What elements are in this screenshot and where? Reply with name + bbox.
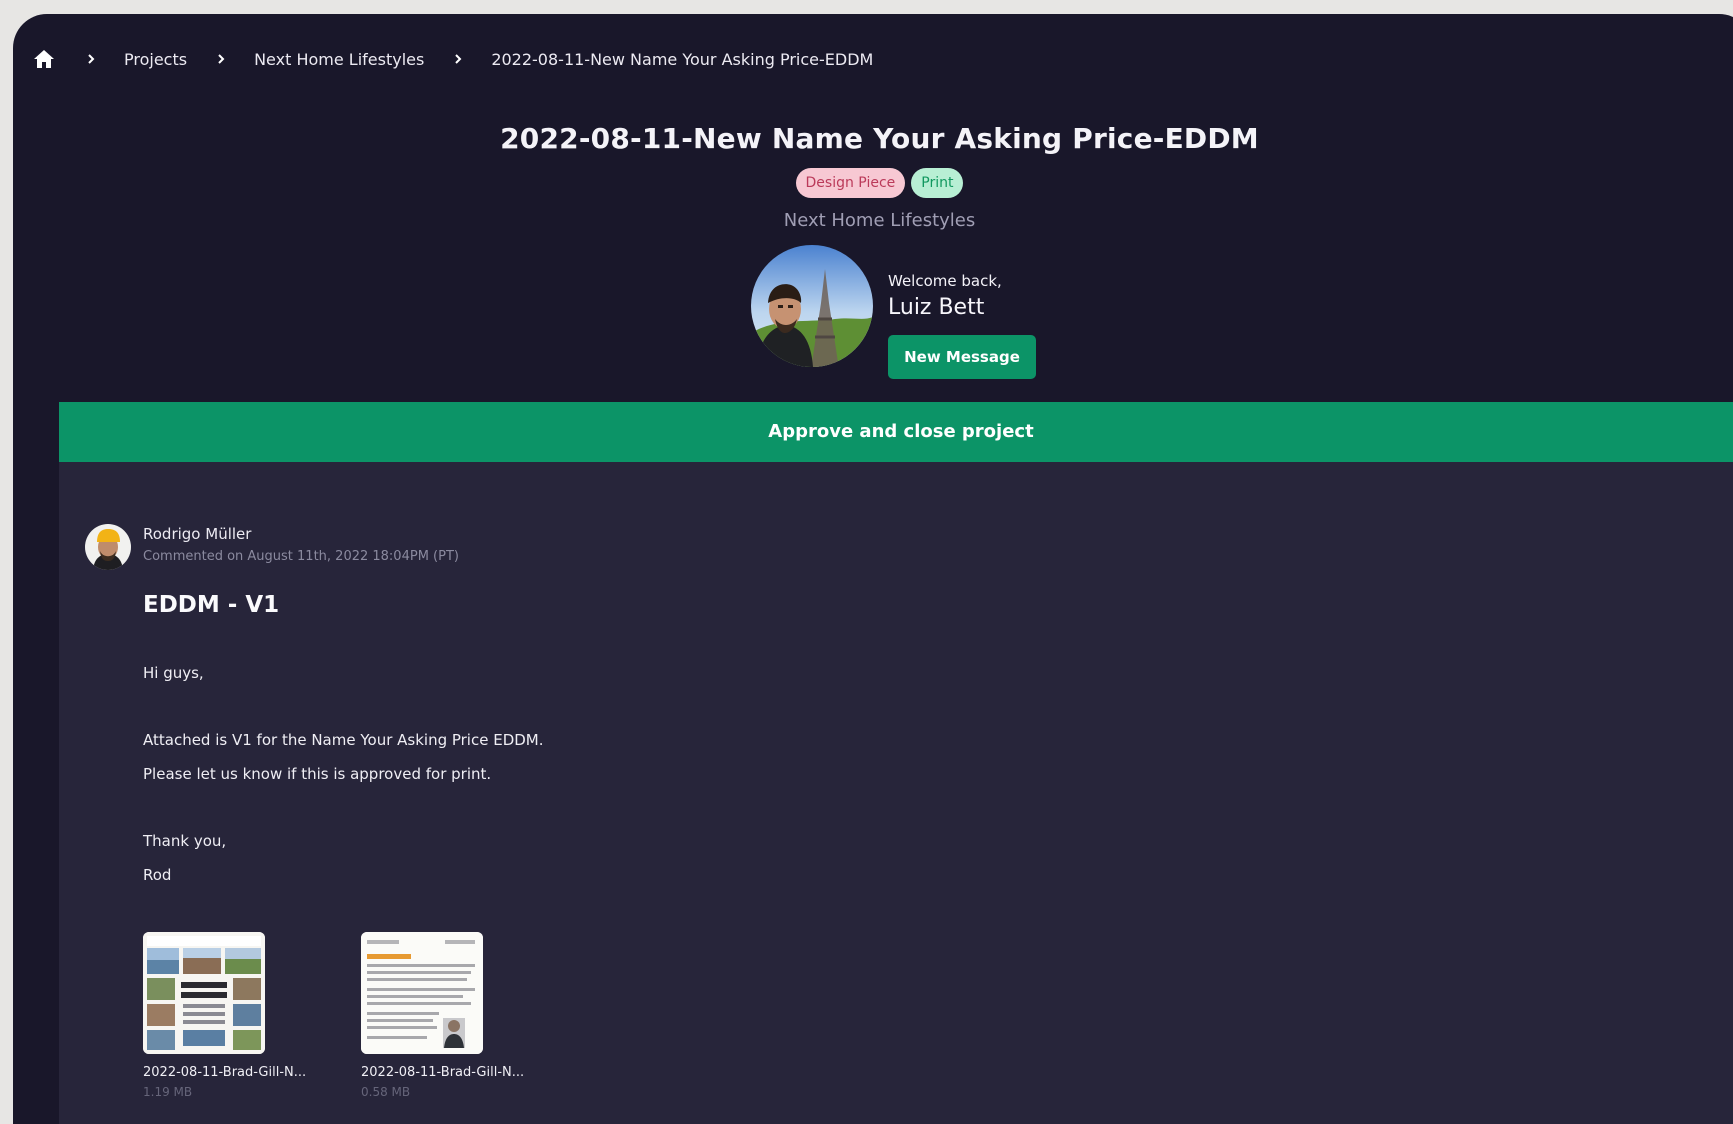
page-title: 2022-08-11-New Name Your Asking Price-ED… [500, 122, 1259, 155]
breadcrumb: Projects Next Home Lifestyles 2022-08-11… [31, 44, 873, 74]
attachment-name: 2022-08-11-Brad-Gill-N... [361, 1065, 525, 1080]
user-name: Luiz Bett [888, 295, 985, 320]
chevron-right-icon [85, 53, 97, 65]
attachment-thumbnail[interactable] [143, 932, 265, 1054]
project-header: Projects Next Home Lifestyles 2022-08-11… [13, 14, 1733, 399]
chevron-right-icon [452, 53, 464, 65]
breadcrumb-projects[interactable]: Projects [124, 50, 187, 69]
comment-panel: Rodrigo Müller Commented on August 11th,… [59, 462, 1733, 1124]
attachment-size: 1.19 MB [143, 1085, 193, 1099]
project-tags: Design Piece Print [13, 168, 1733, 198]
new-message-button[interactable]: New Message [888, 335, 1036, 379]
comment-line: Thank you, [143, 832, 227, 850]
user-welcome: Welcome back, Luiz Bett New Message [751, 245, 1051, 379]
attachment-size: 0.58 MB [361, 1085, 411, 1099]
user-avatar [751, 245, 873, 367]
commenter-avatar [85, 524, 131, 570]
comment-title: EDDM - V1 [143, 592, 280, 618]
attachment-item[interactable]: 2022-08-11-Brad-Gill-N... 0.58 MB [361, 932, 581, 1099]
attachment-thumbnail[interactable] [361, 932, 483, 1054]
comment-line: Rod [143, 866, 172, 884]
breadcrumb-client[interactable]: Next Home Lifestyles [254, 50, 424, 69]
approve-close-project-button[interactable]: Approve and close project [59, 402, 1733, 462]
app-window: Projects Next Home Lifestyles 2022-08-11… [13, 14, 1733, 1124]
comment-line: Please let us know if this is approved f… [143, 765, 492, 783]
welcome-label: Welcome back, [888, 272, 1002, 290]
attachment-name: 2022-08-11-Brad-Gill-N... [143, 1065, 307, 1080]
client-name: Next Home Lifestyles [783, 210, 976, 231]
comment-line: Hi guys, [143, 664, 204, 682]
comment-author: Rodrigo Müller [143, 525, 252, 543]
chevron-right-icon [215, 53, 227, 65]
attachment-item[interactable]: 2022-08-11-Brad-Gill-N... 1.19 MB [143, 932, 363, 1099]
tag-print: Print [911, 168, 964, 198]
home-icon[interactable] [31, 46, 57, 72]
comment-line: Attached is V1 for the Name Your Asking … [143, 731, 544, 749]
tag-design-piece: Design Piece [795, 168, 906, 198]
breadcrumb-current-project: 2022-08-11-New Name Your Asking Price-ED… [491, 49, 874, 69]
comment-timestamp: Commented on August 11th, 2022 18:04PM (… [143, 549, 459, 564]
